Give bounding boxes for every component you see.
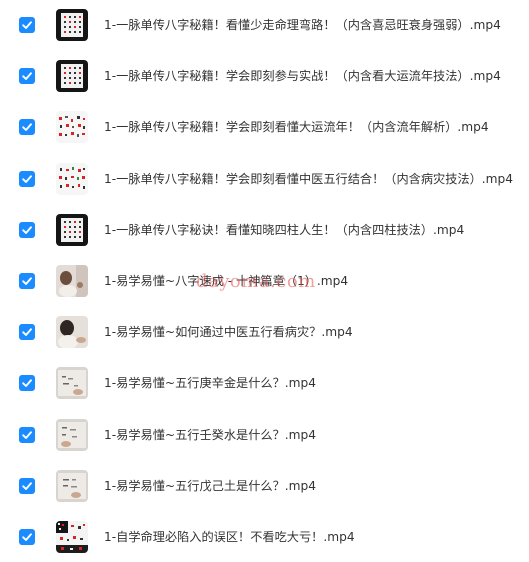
row-checkbox[interactable] xyxy=(19,324,35,340)
file-name[interactable]: 1-易学易懂~五行戊己土是什么？.mp4 xyxy=(104,477,316,495)
video-thumbnail xyxy=(56,60,88,92)
row-checkbox[interactable] xyxy=(19,273,35,289)
check-icon xyxy=(22,482,32,490)
check-icon xyxy=(22,21,32,29)
row-checkbox[interactable] xyxy=(19,375,35,391)
file-row[interactable]: 1-易学易懂~五行壬癸水是什么？.mp4 xyxy=(0,410,529,460)
file-name[interactable]: 1-自学命理必陷入的误区！不看吃大亏！.mp4 xyxy=(104,528,355,546)
check-icon xyxy=(22,533,32,541)
row-checkbox[interactable] xyxy=(19,171,35,187)
video-thumbnail xyxy=(56,367,88,399)
file-name[interactable]: 1-一脉单传八字秘籍！学会即刻看懂中医五行结合！（内含病灾技法）.mp4 xyxy=(104,170,513,188)
video-thumbnail xyxy=(56,470,88,502)
video-thumbnail xyxy=(56,163,88,195)
row-checkbox[interactable] xyxy=(19,68,35,84)
file-name[interactable]: 1-一脉单传八字秘诀！看懂知晓四柱人生！（内含四柱技法）.mp4 xyxy=(104,221,464,239)
file-row[interactable]: 1-一脉单传八字秘籍！学会即刻参与实战！（内含看大运流年技法）.mp4 xyxy=(0,51,529,101)
file-row[interactable]: 1-自学命理必陷入的误区！不看吃大亏！.mp4 xyxy=(0,512,529,562)
row-checkbox[interactable] xyxy=(19,478,35,494)
video-thumbnail xyxy=(56,521,88,553)
row-checkbox[interactable] xyxy=(19,529,35,545)
video-thumbnail xyxy=(56,111,88,143)
check-icon xyxy=(22,226,32,234)
video-thumbnail xyxy=(56,9,88,41)
watermark-text: dayoma.com xyxy=(196,271,316,292)
check-icon xyxy=(22,431,32,439)
file-name[interactable]: 1-易学易懂~如何通过中医五行看病灾？.mp4 xyxy=(104,323,353,341)
file-row[interactable]: 1-一脉单传八字秘诀！看懂知晓四柱人生！（内含四柱技法）.mp4 xyxy=(0,205,529,255)
video-thumbnail xyxy=(56,265,88,297)
file-name[interactable]: 1-一脉单传八字秘籍！学会即刻参与实战！（内含看大运流年技法）.mp4 xyxy=(104,67,501,85)
check-icon xyxy=(22,277,32,285)
file-name[interactable]: 1-一脉单传八字秘籍！看懂少走命理弯路！（内含喜忌旺衰身强弱）.mp4 xyxy=(104,16,501,34)
video-thumbnail xyxy=(56,316,88,348)
check-icon xyxy=(22,72,32,80)
row-checkbox[interactable] xyxy=(19,17,35,33)
file-row[interactable]: 1-一脉单传八字秘籍！看懂少走命理弯路！（内含喜忌旺衰身强弱）.mp4 xyxy=(0,0,529,50)
file-row[interactable]: 1-易学易懂~如何通过中医五行看病灾？.mp4 xyxy=(0,307,529,357)
row-checkbox[interactable] xyxy=(19,222,35,238)
video-thumbnail xyxy=(56,214,88,246)
row-checkbox[interactable] xyxy=(19,427,35,443)
file-row[interactable]: 1-一脉单传八字秘籍！学会即刻看懂中医五行结合！（内含病灾技法）.mp4 xyxy=(0,154,529,204)
check-icon xyxy=(22,328,32,336)
check-icon xyxy=(22,379,32,387)
file-name[interactable]: 1-易学易懂~五行壬癸水是什么？.mp4 xyxy=(104,426,316,444)
check-icon xyxy=(22,123,32,131)
file-name[interactable]: 1-一脉单传八字秘籍！学会即刻看懂大运流年！（内含流年解析）.mp4 xyxy=(104,118,489,136)
check-icon xyxy=(22,175,32,183)
file-name[interactable]: 1-易学易懂~五行庚辛金是什么？.mp4 xyxy=(104,374,316,392)
file-row[interactable]: 1-易学易懂~五行戊己土是什么？.mp4 xyxy=(0,461,529,511)
video-thumbnail xyxy=(56,419,88,451)
file-list: 1-一脉单传八字秘籍！看懂少走命理弯路！（内含喜忌旺衰身强弱）.mp4 1-一脉… xyxy=(0,0,529,562)
row-checkbox[interactable] xyxy=(19,119,35,135)
file-row[interactable]: 1-一脉单传八字秘籍！学会即刻看懂大运流年！（内含流年解析）.mp4 xyxy=(0,102,529,152)
file-row[interactable]: 1-易学易懂~五行庚辛金是什么？.mp4 xyxy=(0,358,529,408)
